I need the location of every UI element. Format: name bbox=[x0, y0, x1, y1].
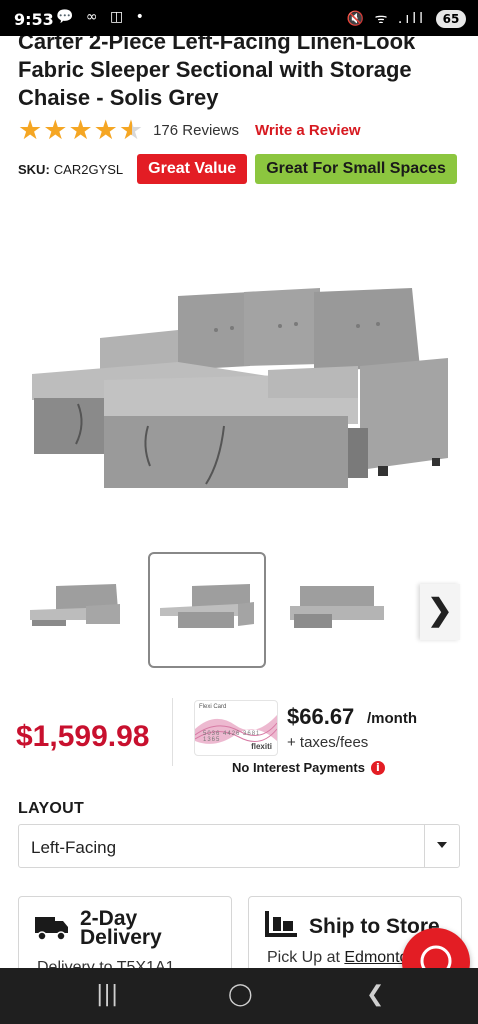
product-title: Carter 2-Piece Left-Facing Linen-Look Fa… bbox=[18, 36, 416, 110]
great-value-badge: Great Value bbox=[137, 154, 248, 184]
layout-select[interactable]: Left-Facing bbox=[18, 824, 460, 868]
battery-icon: 65 bbox=[436, 10, 466, 28]
select-divider bbox=[424, 825, 425, 867]
system-nav-bar: ||| ◯ ❮ bbox=[0, 968, 478, 1024]
sofa-thumbnail-icon bbox=[160, 584, 254, 628]
layout-selected-value: Left-Facing bbox=[31, 838, 117, 857]
monthly-per: /month bbox=[367, 710, 417, 727]
home-button[interactable]: ◯ bbox=[228, 982, 253, 1007]
small-spaces-badge: Great For Small Spaces bbox=[255, 154, 457, 184]
status-time: 9:53 bbox=[14, 10, 54, 29]
status-bar: 9:53 💬 ∞ ◫ • 🔇 ᯤ .ıll 65 bbox=[0, 0, 478, 36]
reviews-count-link[interactable]: 176 Reviews bbox=[153, 122, 239, 139]
sku-value: CAR2GYSL bbox=[53, 161, 124, 177]
back-button[interactable]: ❮ bbox=[366, 982, 384, 1007]
product-page: Carter 2-Piece Left-Facing Linen-Look Fa… bbox=[0, 36, 478, 968]
notification-icons: 💬 ∞ ◫ • bbox=[56, 9, 148, 25]
pickup-prefix: Pick Up at bbox=[267, 949, 340, 966]
sofa-thumbnail-icon bbox=[290, 586, 384, 628]
layout-label: LAYOUT bbox=[18, 800, 85, 817]
store-pickup-icon bbox=[265, 911, 297, 937]
star-icon: ★ bbox=[68, 115, 93, 145]
recent-apps-button[interactable]: ||| bbox=[96, 982, 118, 1007]
thumbnail-carousel: ❯ bbox=[0, 552, 478, 668]
sofa-thumbnail-icon bbox=[30, 584, 120, 626]
product-price: $1,599.98 bbox=[16, 720, 150, 753]
flexiti-card-image[interactable]: Flexi Card 5036 4426 3681 1365 flexiti bbox=[194, 700, 278, 756]
thumbnail-1[interactable] bbox=[18, 552, 132, 664]
star-rating[interactable]: ★ ★ ★ ★ ★ bbox=[18, 115, 144, 145]
half-star-icon: ★ bbox=[118, 115, 144, 145]
chevron-down-icon bbox=[437, 842, 447, 848]
signal-icons: 🔇 ᯤ .ıll bbox=[346, 11, 426, 27]
carousel-next-button[interactable]: ❯ bbox=[420, 584, 460, 640]
card-brand: flexiti bbox=[251, 742, 272, 751]
no-interest-payments[interactable]: No Interest Payments i bbox=[232, 760, 385, 775]
delivery-title: 2-Day Delivery bbox=[80, 907, 162, 949]
star-icon: ★ bbox=[43, 115, 68, 145]
pickup-location: Pick Up at Edmonton bbox=[267, 949, 417, 967]
sectional-sofa-image[interactable] bbox=[28, 248, 452, 488]
taxes-fees: + taxes/fees bbox=[287, 734, 369, 751]
monthly-amount: $66.67 bbox=[287, 704, 355, 729]
write-review-link[interactable]: Write a Review bbox=[255, 122, 361, 139]
price-divider bbox=[172, 698, 173, 766]
thumbnail-2[interactable] bbox=[148, 552, 266, 668]
chat-bubble-icon bbox=[420, 945, 452, 968]
sofa-drawing bbox=[32, 288, 448, 488]
sku-label: SKU: bbox=[18, 161, 50, 177]
sku-row: SKU: CAR2GYSL Great Value Great For Smal… bbox=[18, 154, 457, 184]
delivery-option-card[interactable]: 2-Day Delivery Delivery to T5X1A1 bbox=[18, 896, 232, 968]
no-interest-label: No Interest Payments bbox=[232, 760, 365, 775]
card-label: Flexi Card bbox=[199, 704, 227, 710]
truck-icon bbox=[35, 917, 68, 941]
star-icon: ★ bbox=[93, 115, 118, 145]
star-icon: ★ bbox=[18, 115, 43, 145]
info-icon[interactable]: i bbox=[370, 760, 385, 775]
thumbnail-3[interactable] bbox=[280, 552, 394, 664]
rating-row: ★ ★ ★ ★ ★ 176 Reviews Write a Review bbox=[18, 115, 361, 145]
delivery-postal: Delivery to T5X1A1 bbox=[37, 959, 175, 968]
